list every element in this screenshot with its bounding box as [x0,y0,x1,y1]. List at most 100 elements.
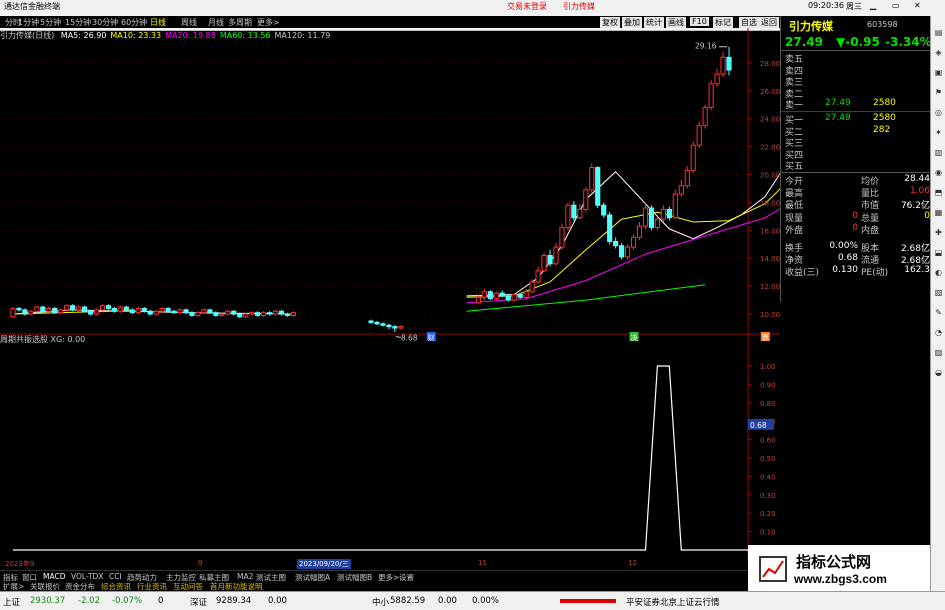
candle-body[interactable] [678,185,684,195]
candle-body[interactable] [398,326,404,329]
zx-label[interactable]: 中小 [372,596,389,608]
radio-icon[interactable]: ◉ [933,168,944,179]
candle-body[interactable] [81,306,88,312]
candle-body[interactable] [219,313,225,316]
candle-body[interactable] [702,107,708,127]
period-tab[interactable]: 60分钟 [121,17,147,28]
contrast-icon[interactable]: ◐ [933,268,944,279]
candle-body[interactable] [117,306,123,312]
candle-body[interactable] [46,307,52,312]
candle-body[interactable] [76,306,82,311]
candle-body[interactable] [720,56,726,75]
candle-body[interactable] [374,321,380,325]
circle-icon[interactable]: ◒ [933,368,944,379]
indicator-tab[interactable]: VOL-TDX [71,572,103,581]
toolbar-button[interactable]: 复权 [600,17,620,28]
ask-row[interactable]: 卖五 [785,52,925,65]
ask-row[interactable]: 卖二 [785,87,925,100]
candle-body[interactable] [284,313,291,316]
candle-body[interactable] [696,125,702,146]
candle-body[interactable] [553,246,559,265]
candle-body[interactable] [195,312,201,316]
indicator-tab[interactable]: MACD [43,572,65,581]
candle-body[interactable] [171,310,177,314]
candle-body[interactable] [475,296,481,304]
candle-body[interactable] [583,189,589,210]
chart-icon[interactable]: ▥ [933,148,944,159]
candle-body[interactable] [726,56,732,71]
candle-body[interactable] [272,310,279,315]
layers-icon[interactable]: ▧ [933,288,944,299]
list-icon[interactable]: ▤ [933,28,944,39]
candle-body[interactable] [505,295,511,301]
candle-body[interactable] [547,254,553,265]
candle-body[interactable] [141,307,147,312]
main-chart[interactable]: 29.168.68 财决票 10.00 12.00 14.00 16.00 18.00 20… [0,28,780,559]
candle-body[interactable] [266,312,273,315]
candle-body[interactable] [243,313,249,318]
candle-body[interactable] [87,310,94,315]
candle-body[interactable] [34,306,40,312]
candle-body[interactable] [105,305,112,309]
target-icon[interactable]: ◎ [933,108,944,119]
period-tab[interactable]: 1分钟 [18,17,39,28]
candle-body[interactable] [511,294,517,301]
bid-row[interactable]: 买四 [785,148,925,161]
candle-body[interactable] [541,254,547,272]
candle-body[interactable] [630,236,637,248]
candle-body[interactable] [690,144,696,171]
toolbar-button[interactable]: F10 [690,17,709,26]
candle-body[interactable] [481,291,487,298]
period-tab[interactable]: 日线 [150,17,166,28]
candle-body[interactable] [290,312,297,316]
candle-body[interactable] [225,310,231,315]
candle-body[interactable] [636,225,643,238]
candle-body[interactable] [278,310,285,315]
candle-body[interactable] [189,312,195,316]
candle-body[interactable] [368,320,374,323]
candle-body[interactable] [595,167,601,206]
ask-row[interactable]: 卖四 [785,64,925,77]
candle-body[interactable] [183,309,189,314]
candle-body[interactable] [111,307,118,312]
candle-body[interactable] [213,312,219,316]
candle-body[interactable] [99,305,106,311]
indicator-tab[interactable]: MA2 [237,572,253,581]
candle-body[interactable] [487,291,493,300]
candle-body[interactable] [672,193,678,219]
candle-body[interactable] [70,305,76,311]
period-tab[interactable]: 更多> [257,17,280,28]
candle-body[interactable] [529,281,535,293]
toolbar-button[interactable]: 叠加 [622,17,642,28]
candle-body[interactable] [666,208,672,219]
period-tab[interactable]: 5分钟 [40,17,61,28]
candle-body[interactable] [249,312,255,315]
star-icon[interactable]: ✦ [933,128,944,139]
candle-body[interactable] [619,245,625,258]
candle-body[interactable] [523,291,529,298]
flag-icon[interactable]: ⚑ [933,88,944,99]
candle-body[interactable] [660,208,666,220]
candle-body[interactable] [517,294,523,298]
bid-row[interactable]: 买一 27.49 2580 [785,113,925,126]
ask-row[interactable]: 卖三 [785,75,925,88]
candle-body[interactable] [147,310,153,315]
candle-body[interactable] [10,307,16,318]
candle-body[interactable] [255,312,261,316]
candle-body[interactable] [40,306,46,312]
candle-body[interactable] [153,310,159,315]
candle-body[interactable] [231,310,237,315]
candle-body[interactable] [129,309,135,314]
period-tab[interactable]: 周线 [181,17,197,28]
candle-body[interactable] [28,310,34,315]
candle-body[interactable] [386,324,392,328]
close-icon[interactable]: ✕ [914,1,921,10]
toolbar-button[interactable]: 返回 [759,17,779,28]
candle-body[interactable] [571,204,577,219]
candle-body[interactable] [123,306,129,311]
candle-body[interactable] [493,292,499,300]
period-tab[interactable]: 多周期 [228,17,252,28]
toolbar-button[interactable]: 统计 [644,17,664,28]
indicator-tab[interactable]: CCI [109,572,122,581]
toolbar-button[interactable]: 标记 [713,17,733,28]
